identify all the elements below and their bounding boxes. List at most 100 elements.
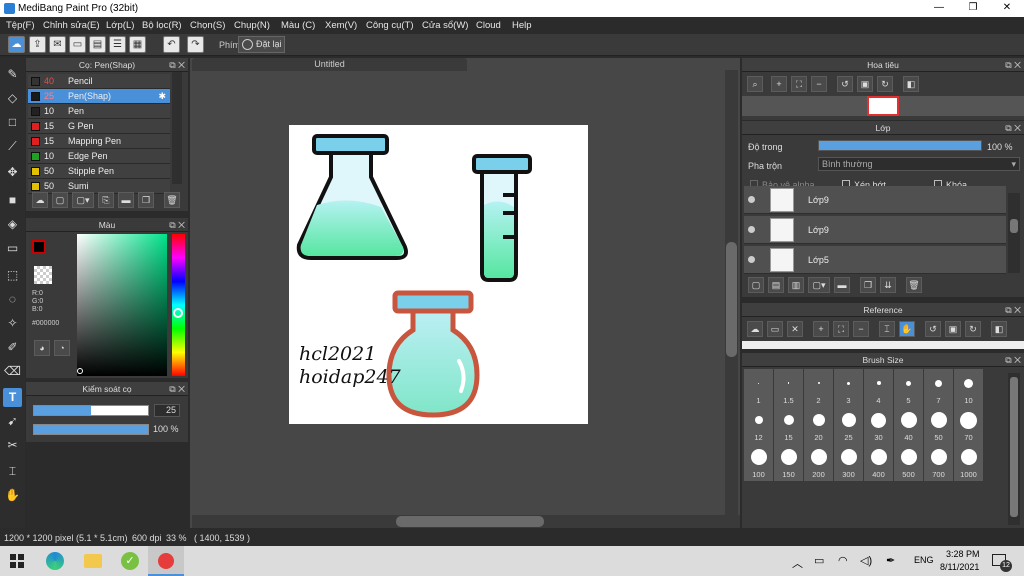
fit-icon[interactable]: ⛶ (791, 76, 807, 92)
brush-size-preset[interactable]: 1 (744, 369, 773, 407)
brush-list-item[interactable]: 15 G Pen (28, 119, 170, 134)
brush-size-preset[interactable]: 200 (804, 443, 833, 481)
menu-filter[interactable]: Bộ lọc(R) (142, 20, 182, 31)
input-language[interactable]: ENG (914, 555, 934, 565)
zoom-icon[interactable]: ⌕ (747, 76, 763, 92)
merge-layer-icon[interactable]: ⇊ (880, 277, 896, 293)
bucket-tool-icon[interactable]: ◈ (3, 215, 22, 234)
wifi-icon[interactable]: ◠ (838, 554, 848, 567)
brush-folder-icon[interactable]: ▬ (118, 192, 134, 208)
brush-list-item[interactable]: 40 Pencil (28, 74, 170, 89)
brush-size-preset[interactable]: 150 (774, 443, 803, 481)
brush-size-preset[interactable]: 700 (924, 443, 953, 481)
divide-tool-icon[interactable]: ✂ (3, 436, 22, 455)
eyedropper-tool-icon[interactable]: ⌶ (3, 462, 22, 481)
brush-copy-icon[interactable]: ⎘ (98, 192, 114, 208)
reference-cloud-icon[interactable]: ☁ (747, 321, 763, 337)
brush-size-scrollbar[interactable] (1008, 373, 1020, 525)
cloud-icon[interactable]: ☁ (8, 36, 25, 53)
layer-row[interactable]: Lớp9 (744, 216, 1006, 244)
rotate-left-icon[interactable]: ↺ (837, 76, 853, 92)
magic-wand-icon[interactable]: ✧ (3, 314, 22, 333)
menu-file[interactable]: Tệp(F) (6, 20, 35, 31)
brush-size-preset[interactable]: 5 (894, 369, 923, 407)
edge-browser-icon[interactable] (46, 552, 64, 570)
horizontal-scrollbar[interactable] (192, 515, 740, 528)
brush-add-menu-icon[interactable]: ▢▾ (72, 192, 94, 208)
document-canvas[interactable]: hcl2021 hoidap247 (289, 125, 588, 424)
blend-mode-select[interactable]: Bình thường ▾ (818, 157, 1020, 171)
reference-fit-screen-icon[interactable]: ▣ (945, 321, 961, 337)
brush-cloud-icon[interactable]: ☁ (32, 192, 48, 208)
brush-size-preset[interactable]: 30 (864, 406, 893, 444)
add-layer-menu-icon[interactable]: ▢▾ (808, 277, 830, 293)
reference-hand-icon[interactable]: ✋ (899, 321, 915, 337)
maximize-button[interactable]: ❐ (956, 0, 990, 17)
brush-size-preset[interactable]: 15 (774, 406, 803, 444)
list-icon[interactable]: ☰ (109, 36, 126, 53)
tray-app-icon[interactable]: ▭ (814, 554, 824, 567)
brush-list-item[interactable]: 10 Pen (28, 104, 170, 119)
brush-list-item[interactable]: 50 Stipple Pen (28, 164, 170, 179)
menu-tools[interactable]: Công cụ(T) (366, 20, 414, 31)
brush-size-slider[interactable] (33, 405, 149, 416)
select-rect-icon[interactable]: ⬚ (3, 266, 22, 285)
windows-start-icon[interactable] (10, 554, 24, 568)
new-brush-icon[interactable]: ▢ (52, 192, 68, 208)
grid-icon[interactable]: ▦ (129, 36, 146, 53)
reference-close-icon[interactable]: ✕ (787, 321, 803, 337)
pen-icon[interactable]: ✒ (886, 554, 895, 567)
eraser-tool-icon[interactable]: ◇ (3, 89, 22, 108)
tray-chevron-icon[interactable]: ︿ (792, 555, 803, 571)
saturation-value-picker[interactable] (77, 234, 167, 376)
clock-date[interactable]: 8/11/2021 (940, 562, 979, 572)
reference-fit-icon[interactable]: ⛶ (833, 321, 849, 337)
reference-open-icon[interactable]: ▭ (767, 321, 783, 337)
menu-layer[interactable]: Lớp(L) (106, 20, 134, 31)
brush-duplicate-icon[interactable]: ❐ (138, 192, 154, 208)
reference-zoom-out-icon[interactable]: − (853, 321, 869, 337)
flip-icon[interactable]: ◧ (903, 76, 919, 92)
brush-size-preset[interactable]: 3 (834, 369, 863, 407)
palette-add-icon[interactable]: ◔ (54, 340, 70, 356)
move-tool-icon[interactable]: ✥ (3, 163, 22, 182)
palette-icon[interactable]: ◕ (34, 340, 50, 356)
new-layer-icon[interactable]: ▢ (748, 277, 764, 293)
delete-layer-icon[interactable]: 🗑 (906, 277, 922, 293)
layer-visibility-icon[interactable] (748, 256, 755, 263)
menu-view[interactable]: Xem(V) (325, 20, 357, 31)
minimize-button[interactable]: — (922, 0, 956, 17)
duplicate-layer-icon[interactable]: ❐ (860, 277, 876, 293)
select-eraser-icon[interactable]: ⌫ (3, 362, 22, 381)
transparent-color-swatch[interactable] (34, 266, 52, 284)
vertical-scroll-thumb[interactable] (726, 242, 737, 357)
rect-tool-icon[interactable]: □ (3, 113, 22, 132)
close-button[interactable]: ✕ (990, 0, 1024, 17)
brush-size-preset[interactable]: 70 (954, 406, 983, 444)
brush-size-preset[interactable]: 2 (804, 369, 833, 407)
brush-settings-icon[interactable]: ✱ (158, 89, 166, 104)
reset-button[interactable]: Đặt lại (238, 36, 285, 53)
volume-icon[interactable]: ◁) (860, 554, 872, 567)
menu-help[interactable]: Help (512, 20, 532, 31)
reference-flip-icon[interactable]: ◧ (991, 321, 1007, 337)
brush-size-preset[interactable]: 20 (804, 406, 833, 444)
brush-list-item[interactable]: 25 Pen(Shap) ✱ (28, 89, 170, 104)
hue-slider[interactable] (172, 234, 185, 376)
fit-screen-icon[interactable]: ▣ (857, 76, 873, 92)
brush-size-preset[interactable]: 10 (954, 369, 983, 407)
select-pen-icon[interactable]: ✐ (3, 338, 22, 357)
rotate-right-icon[interactable]: ↻ (877, 76, 893, 92)
brush-size-scroll-thumb[interactable] (1010, 377, 1018, 517)
horizontal-scroll-thumb[interactable] (396, 516, 544, 527)
panel-close-icon[interactable]: ⧉ ✕ (169, 218, 185, 232)
brush-size-preset[interactable]: 4 (864, 369, 893, 407)
brush-delete-icon[interactable]: 🗑 (164, 192, 180, 208)
chat-icon[interactable]: ▭ (69, 36, 86, 53)
brush-size-preset[interactable]: 100 (744, 443, 773, 481)
menu-capture[interactable]: Chụp(N) (234, 20, 270, 31)
new-halftone-layer-icon[interactable]: ▤ (768, 277, 784, 293)
brush-tool-icon[interactable]: ✎ (3, 65, 22, 84)
lasso-tool-icon[interactable]: ◌ (3, 290, 22, 309)
navigator-viewport[interactable] (867, 96, 899, 116)
